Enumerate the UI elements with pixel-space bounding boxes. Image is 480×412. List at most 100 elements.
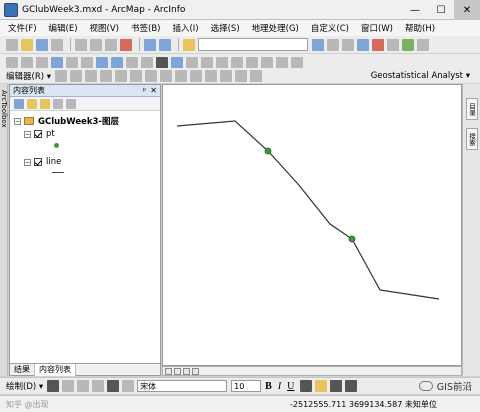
measure-icon[interactable] bbox=[216, 56, 228, 69]
forward-extent-icon[interactable] bbox=[111, 56, 123, 69]
italic-button[interactable]: I bbox=[278, 381, 281, 392]
cut-polygons-icon[interactable] bbox=[175, 69, 188, 82]
refresh-icon[interactable] bbox=[183, 367, 190, 375]
identify-icon[interactable] bbox=[171, 56, 183, 69]
bold-button[interactable]: B bbox=[265, 381, 272, 392]
create-viewer-icon[interactable] bbox=[291, 56, 303, 69]
marker-color-icon[interactable] bbox=[345, 380, 358, 392]
point-symbol[interactable] bbox=[54, 143, 59, 148]
reshape-icon[interactable] bbox=[160, 69, 173, 82]
line-symbol[interactable] bbox=[52, 172, 64, 173]
toc-close-icon[interactable]: ✕ bbox=[150, 86, 157, 95]
print-icon[interactable] bbox=[51, 38, 63, 51]
collapse-icon[interactable]: − bbox=[24, 130, 31, 138]
edit-tool-icon[interactable] bbox=[55, 69, 68, 82]
delete-icon[interactable] bbox=[120, 38, 132, 51]
tab-toc-label[interactable]: 内容列表 bbox=[39, 364, 71, 375]
tab-results-label[interactable]: 结果 bbox=[14, 364, 30, 375]
menu-selection[interactable]: 选择(S) bbox=[211, 22, 240, 34]
sketch-properties-icon[interactable] bbox=[235, 69, 248, 82]
whats-this-icon[interactable] bbox=[417, 38, 429, 51]
fixed-zoom-in-icon[interactable] bbox=[66, 56, 78, 69]
split-icon[interactable] bbox=[190, 69, 203, 82]
copy-icon[interactable] bbox=[90, 38, 102, 51]
table-of-contents-icon[interactable] bbox=[327, 38, 339, 51]
select-by-rectangle-icon[interactable] bbox=[126, 56, 138, 69]
find-route-icon[interactable] bbox=[246, 56, 258, 69]
edit-vertices-icon[interactable] bbox=[145, 69, 158, 82]
menu-geoprocessing[interactable]: 地理处理(G) bbox=[252, 22, 299, 34]
tab-table-of-contents[interactable]: 内容列表 bbox=[35, 363, 76, 376]
underline-button[interactable]: U bbox=[287, 381, 294, 392]
edit-annotation-icon[interactable] bbox=[70, 69, 83, 82]
new-document-icon[interactable] bbox=[6, 38, 18, 51]
tab-results[interactable]: 结果 bbox=[10, 363, 35, 376]
menu-customize[interactable]: 自定义(C) bbox=[311, 22, 349, 34]
font-size-select[interactable]: 10 bbox=[231, 380, 262, 392]
menu-edit[interactable]: 编辑(E) bbox=[49, 22, 78, 34]
full-extent-icon[interactable] bbox=[51, 56, 63, 69]
zoom-to-selected-icon[interactable] bbox=[77, 380, 90, 392]
rotate-icon[interactable] bbox=[205, 69, 218, 82]
dataframe-name[interactable]: GClubWeek3-图层 bbox=[38, 115, 119, 127]
zoom-out-icon[interactable] bbox=[21, 56, 33, 69]
dataframe-row[interactable]: − GClubWeek3-图层 bbox=[14, 115, 119, 127]
html-popup-icon[interactable] bbox=[201, 56, 213, 69]
paste-icon[interactable] bbox=[105, 38, 117, 51]
collapse-icon[interactable]: − bbox=[14, 117, 21, 125]
fixed-zoom-out-icon[interactable] bbox=[81, 56, 93, 69]
minimize-button[interactable]: — bbox=[402, 0, 428, 20]
arctoolbox-tab-label[interactable]: ArcToolbox bbox=[0, 90, 8, 128]
edit-vertices-icon[interactable] bbox=[122, 380, 135, 392]
collapse-icon[interactable]: − bbox=[24, 158, 31, 166]
create-features-icon[interactable] bbox=[250, 69, 263, 82]
point-feature[interactable] bbox=[348, 235, 356, 243]
data-view-icon[interactable] bbox=[165, 367, 172, 375]
menu-view[interactable]: 视图(V) bbox=[90, 22, 119, 34]
layer-row-line[interactable]: − line bbox=[24, 157, 61, 167]
model-builder-icon[interactable] bbox=[402, 38, 414, 51]
save-icon[interactable] bbox=[36, 38, 48, 51]
python-window-icon[interactable] bbox=[387, 38, 399, 51]
map-view[interactable] bbox=[162, 84, 462, 366]
search-window-icon[interactable] bbox=[357, 38, 369, 51]
layer-visibility-checkbox[interactable] bbox=[34, 158, 42, 166]
menu-windows[interactable]: 窗口(W) bbox=[361, 22, 393, 34]
line-feature[interactable] bbox=[176, 120, 440, 300]
catalog-tab[interactable]: 目录 bbox=[465, 98, 478, 120]
close-button[interactable]: ✕ bbox=[454, 0, 480, 20]
add-data-icon[interactable] bbox=[183, 38, 195, 51]
rectangle-icon[interactable] bbox=[92, 380, 105, 392]
back-extent-icon[interactable] bbox=[96, 56, 108, 69]
rotate-icon[interactable] bbox=[62, 380, 75, 392]
point-icon[interactable] bbox=[130, 69, 143, 82]
layer-name[interactable]: pt bbox=[46, 129, 55, 139]
list-by-visibility-icon[interactable] bbox=[40, 98, 50, 109]
list-by-selection-icon[interactable] bbox=[53, 98, 63, 109]
layer-visibility-checkbox[interactable] bbox=[34, 130, 42, 138]
zoom-in-icon[interactable] bbox=[6, 56, 18, 69]
map-canvas[interactable] bbox=[163, 85, 461, 365]
straight-segment-icon[interactable] bbox=[85, 69, 98, 82]
open-folder-icon[interactable] bbox=[21, 38, 33, 51]
select-elements-icon[interactable] bbox=[156, 56, 168, 69]
maximize-button[interactable]: ☐ bbox=[428, 0, 454, 20]
toc-options-icon[interactable] bbox=[66, 98, 76, 109]
end-point-arc-icon[interactable] bbox=[100, 69, 113, 82]
attributes-icon[interactable] bbox=[220, 69, 233, 82]
draw-menu[interactable]: 绘制(D) ▾ bbox=[6, 380, 43, 392]
menu-help[interactable]: 帮助(H) bbox=[405, 22, 435, 34]
search-tab[interactable]: 搜索 bbox=[465, 128, 478, 150]
editor-toolbar-icon[interactable] bbox=[312, 38, 324, 51]
pause-drawing-icon[interactable] bbox=[192, 367, 199, 375]
go-to-xy-icon[interactable] bbox=[261, 56, 273, 69]
map-scale-combo[interactable] bbox=[198, 38, 308, 51]
fill-color-icon[interactable] bbox=[315, 380, 328, 392]
pin-icon[interactable]: ᵖ bbox=[143, 86, 146, 95]
redo-icon[interactable] bbox=[159, 38, 171, 51]
layout-view-icon[interactable] bbox=[174, 367, 181, 375]
list-by-source-icon[interactable] bbox=[27, 98, 37, 109]
time-slider-icon[interactable] bbox=[276, 56, 288, 69]
clear-selection-icon[interactable] bbox=[141, 56, 153, 69]
find-icon[interactable] bbox=[231, 56, 243, 69]
